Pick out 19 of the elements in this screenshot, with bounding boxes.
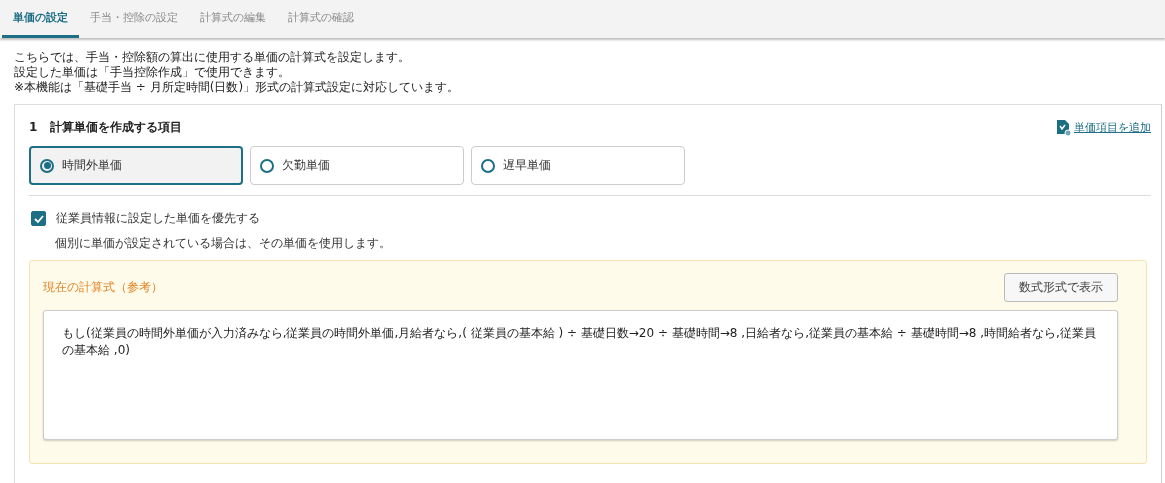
add-unit-price-link[interactable]: 単価項目を追加 (1074, 120, 1151, 135)
document-add-icon (1056, 119, 1072, 136)
note-text: 個別に単価が設定されている場合は、その単価を使用します。 (55, 235, 392, 252)
tab[interactable]: 計算式の確認 (277, 0, 365, 38)
checkbox[interactable] (31, 211, 46, 226)
formula-title: 現在の計算式（参考） (43, 279, 163, 296)
tab[interactable]: 単価の設定 (2, 0, 79, 38)
intro-text: こちらでは、手当・控除額の算出に使用する単価の計算式を設定します。 (14, 50, 411, 65)
tab[interactable]: 計算式の編集 (189, 0, 277, 38)
checkbox-label: 従業員情報に設定した単価を優先する (56, 210, 260, 227)
intro-text: ※本機能は「基礎手当 ÷ 月所定時間(日数)」形式の計算式設定に対応しています。 (14, 80, 461, 95)
radio-option[interactable]: 欠勤単価 (250, 146, 464, 185)
radio-option[interactable]: 時間外単価 (29, 146, 243, 185)
section-title: 1 計算単価を作成する項目 (29, 119, 182, 136)
formula-text: もし(従業員の時間外単価が入力済みなら,従業員の時間外単価,月給者なら,( 従業員の基本給 ) ÷ 基礎日数→20 ÷ 基礎時間→8 ,日給者なら,従業員の基本給 ÷ 基礎時間→8 ,時間給者なら,従業員の基本給 ,0) (62, 325, 1097, 359)
intro-text: 設定した単価は「手当控除作成」で使用できます。 (14, 65, 291, 80)
radio-option[interactable]: 遅早単価 (471, 146, 685, 185)
tab[interactable]: 手当・控除の設定 (79, 0, 189, 38)
show-formula-button[interactable]: 数式形式で表示 (1004, 273, 1118, 302)
